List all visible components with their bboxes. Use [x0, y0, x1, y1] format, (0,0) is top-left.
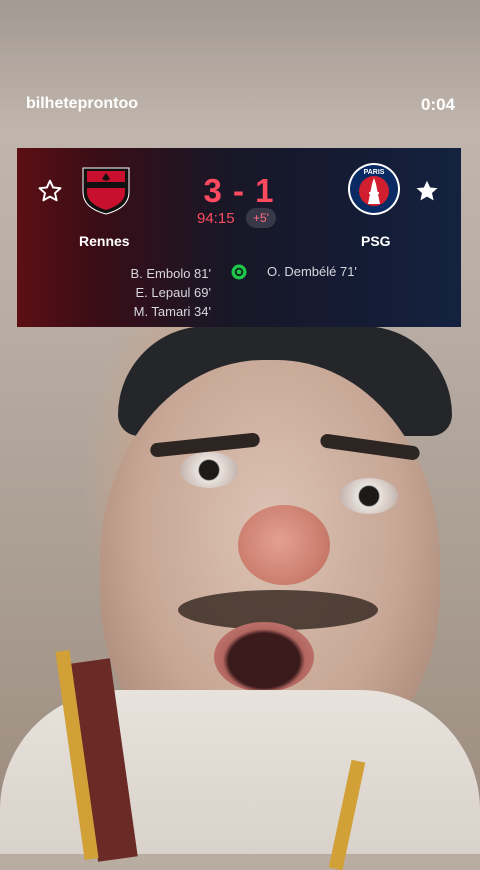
- eye-left: [180, 452, 238, 488]
- scoreboard: PARIS 3 - 1 94:15 +5' Rennes PSG B. Embo…: [17, 148, 461, 327]
- soccer-ball-icon: [231, 264, 247, 280]
- home-scorer: M. Tamari 34': [133, 304, 211, 319]
- video-timer: 0:04: [420, 95, 455, 114]
- home-team-name[interactable]: Rennes: [79, 233, 130, 249]
- mouth: [214, 622, 314, 692]
- away-scorer: O. Dembélé 71': [267, 264, 357, 279]
- home-scorers: B. Embolo 81' E. Lepaul 69' M. Tamari 34…: [130, 264, 211, 321]
- match-clock: 94:15: [197, 210, 235, 227]
- added-time-badge: +5': [246, 208, 276, 228]
- username[interactable]: bilheteprontoo: [26, 95, 138, 113]
- home-scorer: B. Embolo 81': [130, 266, 211, 281]
- home-scorer: E. Lepaul 69': [135, 285, 212, 300]
- away-scorers: O. Dembélé 71': [267, 264, 357, 279]
- nose: [238, 505, 330, 585]
- match-score: 3 - 1: [203, 172, 275, 209]
- eye-right: [340, 478, 398, 514]
- away-team-name[interactable]: PSG: [361, 233, 391, 249]
